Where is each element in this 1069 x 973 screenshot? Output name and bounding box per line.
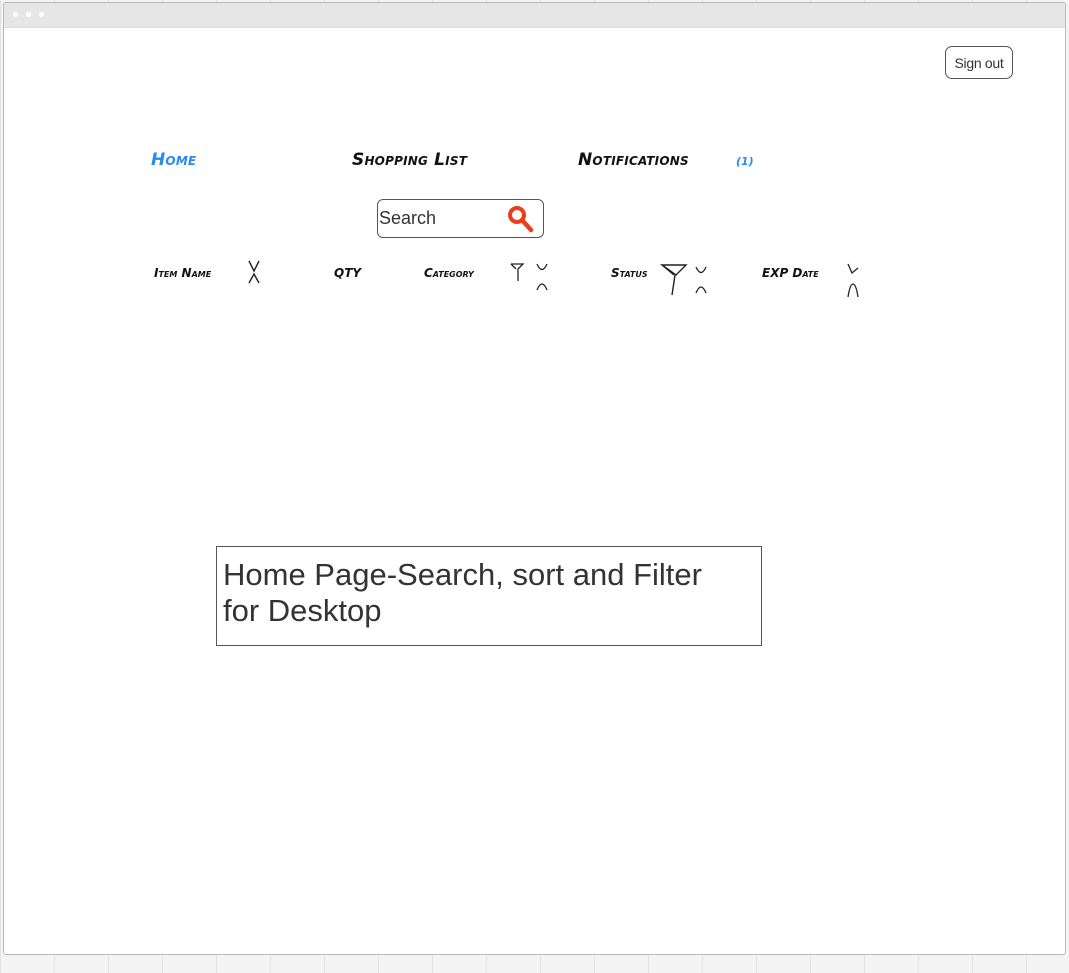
window-dot-icon [13,12,18,17]
annotation-text: Home Page-Search, sort and Filter for De… [223,557,702,628]
sort-arrows-icon[interactable] [693,264,709,296]
funnel-icon[interactable] [660,261,688,297]
sort-arrows-icon[interactable] [534,261,550,293]
search-input[interactable] [379,206,499,230]
column-header-category[interactable]: Category [424,266,474,280]
window-dot-icon [39,12,44,17]
search-box [377,199,544,238]
column-header-status[interactable]: Status [611,266,648,280]
notification-count-badge[interactable]: (1) [736,155,754,168]
nav-notifications[interactable]: Notifications [578,150,689,170]
nav-shopping-list[interactable]: Shopping List [352,150,467,170]
column-header-exp-date[interactable]: EXP Date [762,266,819,280]
sort-arrows-icon[interactable] [844,262,862,300]
window-dot-icon [26,12,31,17]
funnel-icon[interactable] [509,261,525,283]
sign-out-button[interactable]: Sign out [945,46,1013,79]
sort-arrows-icon[interactable] [246,259,262,285]
window-titlebar [4,3,1065,28]
search-icon[interactable] [506,205,536,233]
column-header-item-name[interactable]: Item Name [154,266,211,280]
nav-home[interactable]: Home [151,150,196,170]
column-header-qty[interactable]: QTY [334,266,361,280]
browser-window: Sign out Home Shopping List Notification… [3,2,1066,955]
annotation-box: Home Page-Search, sort and Filter for De… [216,546,762,646]
